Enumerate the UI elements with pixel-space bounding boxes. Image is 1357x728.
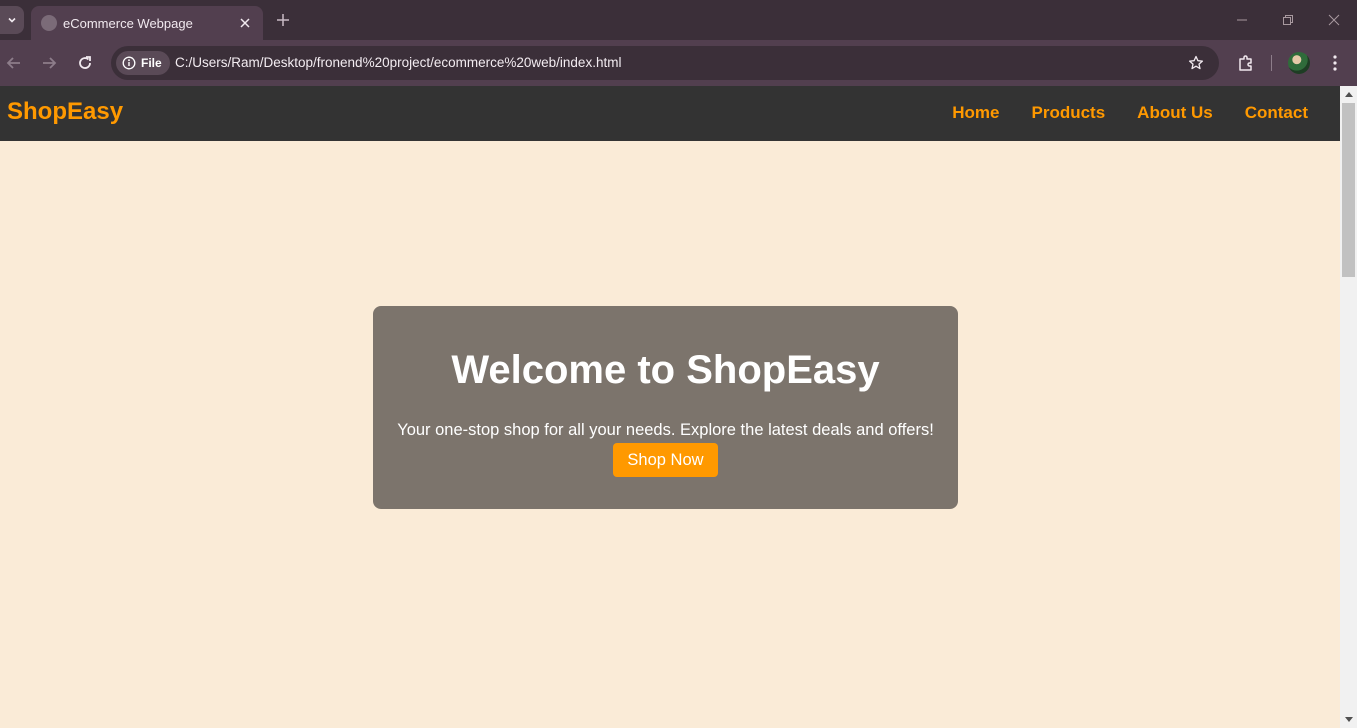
- nav-contact-link[interactable]: Contact: [1245, 103, 1308, 123]
- close-window-button[interactable]: [1322, 8, 1346, 32]
- url-text[interactable]: C:/Users/Ram/Desktop/fronend%20project/e…: [175, 55, 621, 70]
- scroll-up-button[interactable]: [1340, 86, 1357, 102]
- triangle-down-icon: [1344, 717, 1353, 722]
- site-info-chip[interactable]: File: [116, 51, 170, 75]
- back-button[interactable]: [1, 50, 27, 76]
- hero-banner: Welcome to ShopEasy Your one-stop shop f…: [373, 306, 958, 509]
- restore-icon: [1283, 15, 1293, 25]
- site-header: ShopEasy Home Products About Us Contact: [0, 86, 1340, 141]
- reload-icon: [79, 56, 91, 69]
- tab-strip: eCommerce Webpage: [0, 0, 1357, 40]
- shop-now-button[interactable]: Shop Now: [613, 443, 718, 477]
- extensions-button[interactable]: [1234, 51, 1258, 75]
- scroll-thumb[interactable]: [1342, 103, 1355, 277]
- tab-search-button[interactable]: [0, 6, 24, 34]
- forward-button[interactable]: [36, 50, 62, 76]
- site-chip-label: File: [141, 56, 162, 70]
- hero-title: Welcome to ShopEasy: [451, 348, 880, 392]
- nav-products-link[interactable]: Products: [1031, 103, 1105, 123]
- close-icon: [1328, 14, 1340, 26]
- avatar[interactable]: [1288, 52, 1310, 74]
- hero-text: Your one-stop shop for all your needs. E…: [397, 421, 934, 439]
- kebab-menu-icon: [1333, 55, 1337, 71]
- scroll-down-button[interactable]: [1340, 712, 1357, 728]
- nav-home-link[interactable]: Home: [952, 103, 999, 123]
- nav-about-link[interactable]: About Us: [1137, 103, 1213, 123]
- browser-menu-button[interactable]: [1324, 51, 1346, 75]
- active-tab[interactable]: eCommerce Webpage: [31, 6, 263, 40]
- star-icon: [1188, 55, 1204, 70]
- chevron-down-icon: [8, 17, 16, 23]
- tab-title: eCommerce Webpage: [63, 15, 193, 31]
- new-tab-button[interactable]: [272, 10, 294, 30]
- minimize-icon: [1237, 19, 1247, 21]
- bookmark-button[interactable]: [1187, 54, 1205, 72]
- page-viewport: ShopEasy Home Products About Us Contact …: [0, 86, 1340, 728]
- extensions-icon: [1239, 55, 1252, 71]
- back-icon: [6, 57, 20, 69]
- restore-button[interactable]: [1276, 8, 1300, 32]
- address-bar[interactable]: File C:/Users/Ram/Desktop/fronend%20proj…: [111, 46, 1219, 80]
- minimize-button[interactable]: [1230, 8, 1254, 32]
- triangle-up-icon: [1344, 92, 1353, 97]
- globe-icon: [41, 15, 57, 31]
- page-scrollbar[interactable]: [1340, 86, 1357, 728]
- toolbar-divider: [1271, 55, 1272, 71]
- site-nav: Home Products About Us Contact: [952, 103, 1308, 123]
- plus-icon: [277, 14, 289, 26]
- browser-toolbar: File C:/Users/Ram/Desktop/fronend%20proj…: [0, 40, 1357, 86]
- tab-close-button[interactable]: [237, 15, 253, 31]
- forward-icon: [43, 57, 57, 69]
- close-icon: [240, 18, 250, 28]
- info-icon: [122, 56, 136, 70]
- site-logo[interactable]: ShopEasy: [7, 98, 123, 126]
- reload-button[interactable]: [72, 50, 98, 76]
